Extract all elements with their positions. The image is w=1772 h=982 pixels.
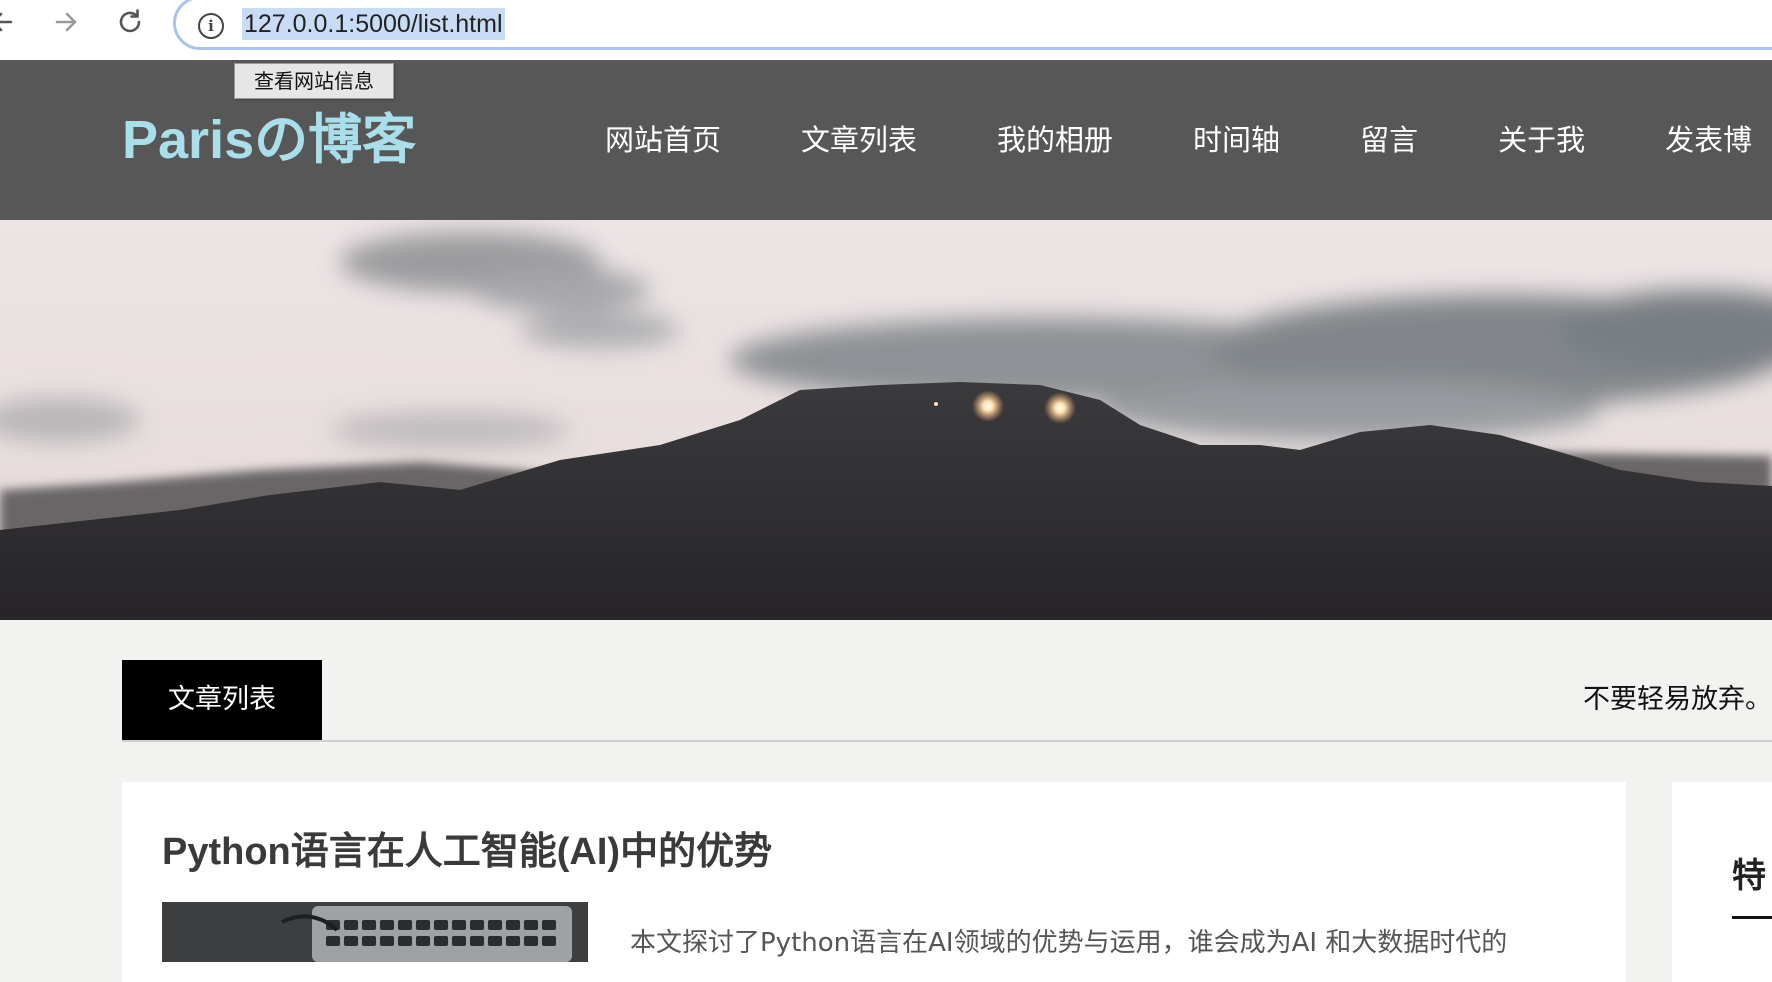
nav-item-guestbook[interactable]: 留言 bbox=[1360, 120, 1418, 160]
address-bar[interactable]: i 127.0.0.1:5000/list.html bbox=[173, 0, 1772, 50]
nav-item-home[interactable]: 网站首页 bbox=[605, 120, 721, 160]
sidebar-title-underline bbox=[1732, 916, 1772, 919]
back-button[interactable] bbox=[0, 6, 18, 38]
article-thumbnail[interactable] bbox=[162, 902, 588, 962]
nav-item-article-list[interactable]: 文章列表 bbox=[801, 120, 917, 160]
article-card: Python语言在人工智能(AI)中的优势 本文探讨了Python语言在AI领域… bbox=[122, 782, 1626, 982]
section-bar: 文章列表 不要轻易放弃。 bbox=[122, 660, 1772, 742]
article-excerpt: 本文探讨了Python语言在AI领域的优势与运用，谁会成为AI 和大数据时代的 bbox=[630, 928, 1508, 958]
nav-item-album[interactable]: 我的相册 bbox=[997, 120, 1113, 160]
arrow-left-icon bbox=[0, 12, 13, 32]
site-logo[interactable]: Parisの博客 bbox=[122, 108, 416, 172]
browser-toolbar: i 127.0.0.1:5000/list.html bbox=[0, 0, 1772, 60]
mountain-landscape-image bbox=[0, 220, 1772, 620]
main-nav: 网站首页 文章列表 我的相册 时间轴 留言 关于我 发表博 bbox=[605, 120, 1752, 160]
arrow-right-icon bbox=[55, 12, 77, 32]
reload-button[interactable] bbox=[114, 6, 146, 38]
banner-image bbox=[0, 220, 1772, 620]
info-icon[interactable]: i bbox=[198, 13, 224, 39]
sidebar-title: 特 bbox=[1732, 856, 1766, 896]
nav-item-about[interactable]: 关于我 bbox=[1498, 120, 1585, 160]
article-title[interactable]: Python语言在人工智能(AI)中的优势 bbox=[162, 828, 772, 876]
reload-icon bbox=[119, 9, 141, 33]
laptop-keyboard-image bbox=[162, 902, 588, 962]
sidebar-card: 特 bbox=[1672, 782, 1772, 982]
section-tab-article-list[interactable]: 文章列表 bbox=[122, 660, 322, 740]
nav-item-publish[interactable]: 发表博 bbox=[1665, 120, 1752, 160]
forward-button[interactable] bbox=[50, 6, 82, 38]
nav-item-timeline[interactable]: 时间轴 bbox=[1193, 120, 1280, 160]
motto-text: 不要轻易放弃。 bbox=[1583, 684, 1772, 715]
site-info-tooltip: 查看网站信息 bbox=[234, 63, 394, 99]
url-text[interactable]: 127.0.0.1:5000/list.html bbox=[242, 8, 505, 40]
